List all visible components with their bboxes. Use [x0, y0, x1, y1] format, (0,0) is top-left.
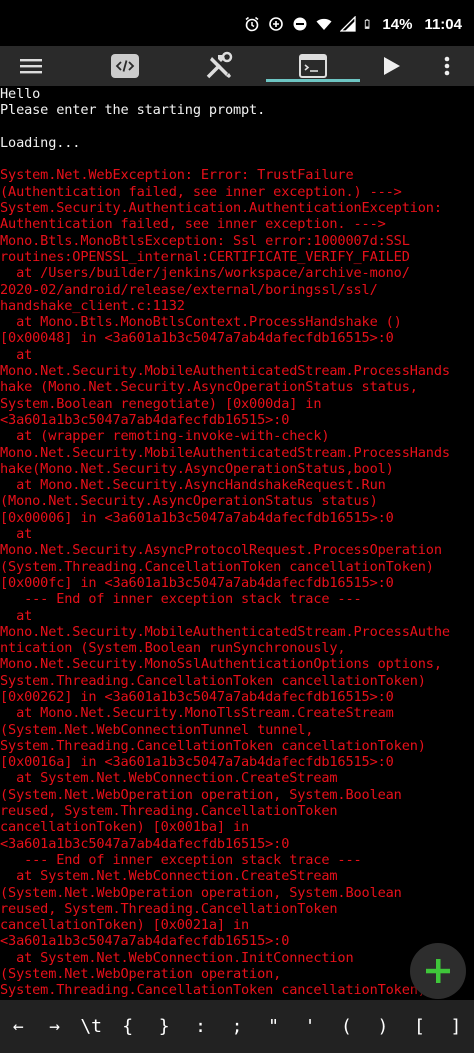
extra-key[interactable]: [: [401, 1000, 437, 1053]
tools-button[interactable]: [198, 46, 240, 86]
console-line: Loading...: [0, 134, 81, 151]
extra-key[interactable]: ←: [0, 1000, 36, 1053]
console-line: Hello: [0, 86, 41, 102]
toolbar: [0, 46, 474, 86]
console-line: Please enter the starting prompt.: [0, 102, 266, 119]
console-line: at System.Net.WebConnection.InitConnecti…: [0, 949, 354, 966]
console-line: (System.Net.WebOperation operation, Syst…: [0, 884, 402, 901]
extra-key[interactable]: (: [328, 1000, 364, 1053]
alarm-icon: [245, 16, 259, 32]
battery-icon: [365, 19, 370, 29]
code-icon: [111, 54, 139, 78]
console-line: <3a601a1b3c5047a7ab4dafecfdb16515>:0: [0, 411, 290, 428]
console-line: [0x00006] in <3a601a1b3c5047a7ab4dafecfd…: [0, 509, 394, 526]
console-line: System.Security.Authentication.Authentic…: [0, 200, 442, 217]
menu-button[interactable]: [10, 46, 52, 86]
console-line: Mono.Net.Security.MobileAuthenticatedStr…: [0, 363, 450, 380]
clock: 11:04: [424, 15, 462, 33]
extra-key[interactable]: ): [365, 1000, 401, 1053]
console-line: [0x00048] in <3a601a1b3c5047a7ab4dafecfd…: [0, 330, 394, 347]
battery-level: 14%: [382, 15, 413, 33]
console-line: at: [0, 526, 33, 543]
console-line: routines:OPENSSL_internal:CERTIFICATE_VE…: [0, 248, 410, 265]
console-line: at Mono.Net.Security.AsyncHandshakeReque…: [0, 477, 386, 494]
console-line: at: [0, 346, 33, 363]
console-line: at System.Net.WebConnection.CreateStream: [0, 770, 338, 787]
do-not-disturb-icon: [293, 17, 307, 31]
extra-key[interactable]: :: [182, 1000, 218, 1053]
console-line: [0x000fc] in <3a601a1b3c5047a7ab4dafecfd…: [0, 574, 394, 591]
extra-key[interactable]: {: [109, 1000, 145, 1053]
console-line: hake (Mono.Net.Security.AsyncOperationSt…: [0, 379, 418, 396]
console-line: at (wrapper remoting-invoke-with-check): [0, 428, 330, 445]
extra-key[interactable]: →: [36, 1000, 72, 1053]
console-line: 2020-02/android/release/external/borings…: [0, 281, 378, 298]
cellular-signal-icon: [340, 16, 357, 32]
console-line: <3a601a1b3c5047a7ab4dafecfdb16515>:0: [0, 835, 290, 852]
tools-icon: [206, 51, 233, 79]
extra-key[interactable]: }: [146, 1000, 182, 1053]
console-line: ntication (System.Boolean runSynchronous…: [0, 640, 346, 657]
console-line: at: [0, 607, 33, 624]
console-line: (System.Net.WebConnectionTunnel tunnel,: [0, 721, 314, 738]
console-line: (System.Net.WebOperation operation,: [0, 966, 282, 983]
console-line: System.Threading.CancellationToken cance…: [0, 672, 426, 689]
hamburger-menu-icon: [20, 59, 42, 74]
extra-key[interactable]: ": [255, 1000, 291, 1053]
extra-key[interactable]: ;: [219, 1000, 255, 1053]
console-line: [0x00262] in <3a601a1b3c5047a7ab4dafecfd…: [0, 688, 394, 705]
console-line: <3a601a1b3c5047a7ab4dafecfdb16515>:0: [0, 933, 290, 950]
console-line: System.Boolean renegotiate) [0x000da] in: [0, 395, 322, 412]
console-line: at System.Net.WebConnection.CreateStream: [0, 868, 338, 885]
console-line: hake(Mono.Net.Security.AsyncOperationSta…: [0, 460, 394, 477]
terminal-icon: [299, 54, 327, 78]
console-line: reused, System.Threading.CancellationTok…: [0, 900, 338, 917]
console-line: at Mono.Btls.MonoBtlsContext.ProcessHand…: [0, 314, 402, 331]
console-line: --- End of inner exception stack trace -…: [0, 851, 362, 868]
console-line: handshake_client.c:1132: [0, 297, 185, 314]
extra-key[interactable]: ': [292, 1000, 328, 1053]
console-line: cancellationToken) [0x001ba] in: [0, 819, 250, 836]
console-line: Authentication failed, see inner excepti…: [0, 216, 386, 233]
extra-key[interactable]: \t: [73, 1000, 109, 1053]
add-fab-button[interactable]: [410, 943, 466, 999]
extra-keys-bar: ← → \t{}:; " '()[]: [0, 1000, 474, 1053]
console-line: [0x0016a] in <3a601a1b3c5047a7ab4dafecfd…: [0, 754, 394, 771]
console-line: (Authentication failed, see inner except…: [0, 183, 402, 200]
play-icon: [384, 57, 400, 75]
console-line: (Mono.Net.Security.AsyncOperationStatus …: [0, 493, 378, 510]
console-line: (System.Net.WebOperation operation, Syst…: [0, 786, 402, 803]
console-line: Mono.Net.Security.MobileAuthenticatedStr…: [0, 444, 450, 461]
console-line: (System.Threading.CancellationToken canc…: [0, 558, 434, 575]
console-line: System.Threading.CancellationToken cance…: [0, 737, 426, 754]
console-line: Mono.Btls.MonoBtlsException: Ssl error:1…: [0, 232, 410, 249]
console-line: cancellationToken) [0x0021a] in: [0, 917, 250, 934]
data-saver-icon: [269, 17, 284, 31]
console-line: System.Net.WebException: Error: TrustFai…: [0, 167, 354, 184]
console-line: Mono.Net.Security.MobileAuthenticatedStr…: [0, 623, 450, 640]
console-line: at /Users/builder/jenkins/workspace/arch…: [0, 265, 410, 282]
active-tab-indicator: [266, 79, 360, 82]
extra-key[interactable]: ]: [438, 1000, 474, 1053]
console-line: reused, System.Threading.CancellationTok…: [0, 803, 338, 820]
console-line: Mono.Net.Security.AsyncProtocolRequest.P…: [0, 542, 442, 559]
more-options-button[interactable]: [430, 46, 464, 86]
console-line: System.Threading.CancellationToken cance…: [0, 982, 426, 999]
status-bar: 14% 11:04: [0, 0, 474, 46]
status-icons: 14% 11:04: [244, 13, 462, 35]
run-button[interactable]: [372, 46, 412, 86]
console-line: --- End of inner exception stack trace -…: [0, 591, 362, 608]
wifi-icon: [316, 18, 332, 30]
add-icon: [426, 959, 450, 983]
console-line: at Mono.Net.Security.MonoTlsStream.Creat…: [0, 705, 394, 722]
code-editor-button[interactable]: [104, 46, 146, 86]
console-output[interactable]: Hello Please enter the starting prompt. Lo…: [0, 86, 474, 1002]
console-line: Mono.Net.Security.MonoSslAuthenticationO…: [0, 656, 442, 673]
more-vert-icon: [444, 56, 450, 76]
